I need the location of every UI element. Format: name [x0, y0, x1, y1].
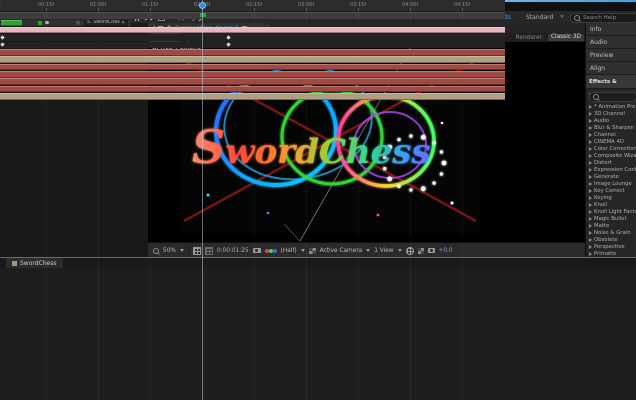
tree-arrow-icon[interactable] — [589, 231, 592, 235]
effects-category-item[interactable]: Blur & Sharpen — [589, 124, 636, 131]
time-gridline — [254, 132, 255, 264]
tree-arrow-icon[interactable] — [589, 105, 592, 109]
exposure-icon[interactable] — [428, 248, 435, 253]
help-search-box[interactable]: Search Help — [570, 13, 636, 23]
effects-category-item[interactable]: Noise & Grain — [589, 229, 636, 236]
viewer-bottom-toolbar: 50% 0:00:01:25 (Half) Active Camera 1 Vi… — [148, 242, 590, 258]
tree-arrow-icon[interactable] — [589, 133, 592, 137]
transparency-grid-icon[interactable] — [309, 248, 316, 254]
timeline-tab-strip — [0, 258, 636, 268]
exposure-value[interactable]: +0.0 — [439, 248, 453, 254]
tree-arrow-icon[interactable] — [589, 175, 592, 179]
effects-category-item[interactable]: Knoll — [589, 201, 636, 208]
tree-arrow-icon[interactable] — [589, 189, 592, 193]
parent-pickwhip-icon[interactable]: ◎ — [76, 20, 80, 26]
playhead-line[interactable] — [202, 132, 203, 264]
guides-icon[interactable] — [205, 247, 213, 255]
panel-tab-preview[interactable]: Preview — [586, 49, 636, 62]
effects-search-box[interactable] — [589, 92, 636, 102]
effects-category-item[interactable]: Key Correct — [589, 187, 636, 194]
workspace-overflow-button[interactable]: » — [560, 13, 564, 20]
effects-category-item[interactable]: Matte — [589, 222, 636, 229]
parent-dropdown[interactable]: 5. SwordChes — [84, 20, 128, 26]
time-gridline — [358, 132, 359, 264]
camera-dropdown-icon[interactable] — [366, 249, 370, 252]
effects-category-item[interactable]: Keying — [589, 194, 636, 201]
zoom-level[interactable]: 50% — [163, 248, 176, 254]
fast-preview-icon[interactable] — [418, 248, 424, 254]
effects-category-item[interactable]: Channel — [589, 131, 636, 138]
tree-arrow-icon[interactable] — [589, 245, 592, 249]
effects-category-item[interactable]: Magic Bullet — [589, 215, 636, 222]
zoom-dropdown-icon[interactable] — [180, 249, 184, 252]
help-search-placeholder: Search Help — [583, 15, 616, 21]
grid-options-icon[interactable] — [193, 247, 201, 255]
effects-category-item[interactable]: Primatte — [589, 250, 636, 257]
magnification-icon — [153, 248, 159, 254]
layer-label-chip[interactable] — [38, 21, 42, 25]
tree-arrow-icon[interactable] — [589, 119, 592, 123]
effects-category-item[interactable]: * Animation Presets — [589, 103, 636, 110]
view-count-value[interactable]: 1 View — [374, 248, 393, 254]
effects-category-item[interactable]: CINEMA 4D — [589, 138, 636, 145]
timecode[interactable]: 0:00:01:25 — [217, 248, 249, 254]
tree-arrow-icon[interactable] — [589, 182, 592, 186]
effects-category-item[interactable]: Distort — [589, 159, 636, 166]
time-gridline — [150, 132, 151, 264]
tree-arrow-icon[interactable] — [589, 147, 592, 151]
panel-tab-audio[interactable]: Audio — [586, 36, 636, 49]
tree-arrow-icon[interactable] — [589, 168, 592, 172]
tree-arrow-icon[interactable] — [589, 161, 592, 165]
effects-category-item[interactable]: Expression Controls — [589, 166, 636, 173]
tree-arrow-icon[interactable] — [589, 210, 592, 214]
effects-category-item[interactable]: Color Correction — [589, 145, 636, 152]
panel-tab-info[interactable]: Info — [586, 23, 636, 36]
workspace-standard[interactable]: Standard — [526, 14, 553, 21]
tree-arrow-icon[interactable] — [589, 140, 592, 144]
tree-arrow-icon[interactable] — [589, 154, 592, 158]
comp-icon — [12, 261, 17, 266]
tree-arrow-icon[interactable] — [589, 126, 592, 130]
tree-arrow-icon[interactable] — [589, 238, 592, 242]
tree-arrow-icon[interactable] — [589, 112, 592, 116]
tree-arrow-icon[interactable] — [589, 217, 592, 221]
time-gridline — [410, 132, 411, 264]
effects-category-item[interactable]: Audio — [589, 117, 636, 124]
camera-view-value[interactable]: Active Camera — [320, 248, 363, 254]
time-gridline — [462, 132, 463, 264]
search-icon — [593, 94, 599, 100]
time-gridline — [46, 132, 47, 264]
timeline-tab-swordchess[interactable]: SwordChess — [6, 258, 63, 268]
time-gridline — [306, 132, 307, 264]
views-dropdown-icon[interactable] — [398, 249, 402, 252]
after-effects-window: WindowHelp Snapping × Downloads Standard… — [0, 0, 636, 400]
chevron-down-icon — [122, 22, 125, 24]
panel-tab-effects-presets[interactable]: Effects & Presets — [586, 75, 636, 89]
resolution-dropdown-icon[interactable] — [301, 249, 305, 252]
effects-category-item[interactable]: Obsolete — [589, 236, 636, 243]
effects-category-item[interactable]: Knoll Light Factory — [589, 208, 636, 215]
time-gridline — [98, 132, 99, 264]
renderer-button[interactable]: Classic 3D — [547, 33, 585, 42]
tree-arrow-icon[interactable] — [589, 196, 592, 200]
panel-tab-align[interactable]: Align — [586, 62, 636, 75]
effects-category-item[interactable]: 3D Channel — [589, 110, 636, 117]
tree-arrow-icon[interactable] — [589, 224, 592, 228]
effects-category-item[interactable]: Composite Wizard — [589, 152, 636, 159]
effects-category-item[interactable]: Generate — [589, 173, 636, 180]
search-icon — [574, 15, 580, 21]
tree-arrow-icon[interactable] — [589, 203, 592, 207]
right-panel-dock: Effects & Presets InfoAudioPreviewAlign*… — [585, 23, 636, 257]
effects-category-item[interactable]: Perspective — [589, 243, 636, 250]
renderer-label: Renderer: — [516, 35, 544, 41]
channel-icon[interactable] — [265, 249, 277, 253]
effects-category-item[interactable]: Image Lounge — [589, 180, 636, 187]
tree-arrow-icon[interactable] — [589, 252, 592, 256]
resolution-value[interactable]: (Half) — [281, 248, 297, 254]
